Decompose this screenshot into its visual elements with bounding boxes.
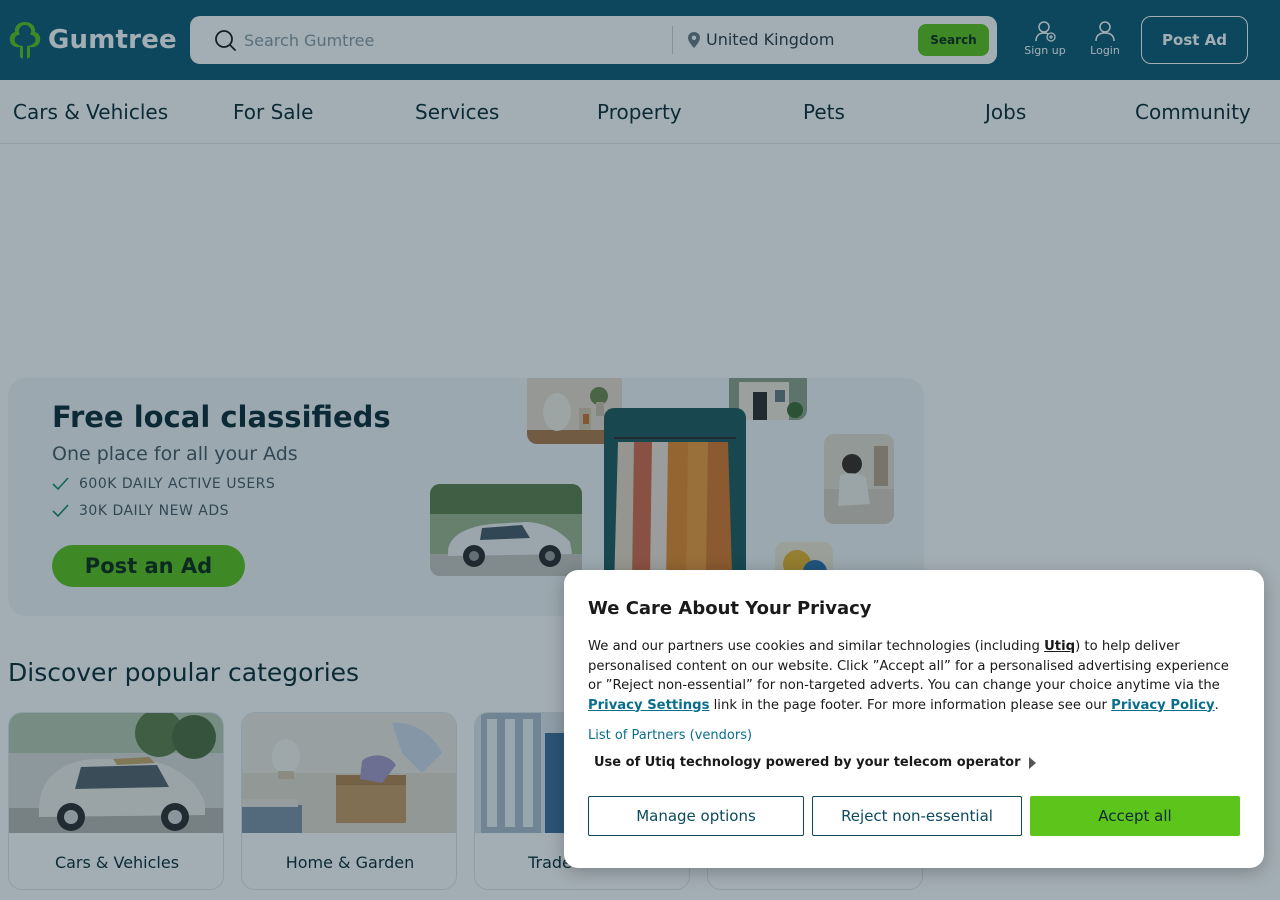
accept-all-button[interactable]: Accept all [1030, 796, 1240, 836]
caret-right-icon [1028, 756, 1036, 769]
privacy-dialog: We Care About Your Privacy We and our pa… [564, 570, 1264, 868]
utiq-link[interactable]: Utiq [1044, 639, 1075, 654]
privacy-policy-link[interactable]: Privacy Policy [1111, 698, 1214, 713]
utiq-expander-label: Use of Utiq technology powered by your t… [594, 755, 1021, 770]
privacy-title: We Care About Your Privacy [588, 598, 872, 619]
manage-options-button[interactable]: Manage options [588, 796, 804, 836]
privacy-text: . [1214, 697, 1219, 713]
partners-list-link[interactable]: List of Partners (vendors) [588, 728, 752, 743]
privacy-body: We and our partners use cookies and simi… [588, 637, 1242, 715]
utiq-expander[interactable]: Use of Utiq technology powered by your t… [594, 755, 1036, 770]
privacy-text: link in the page footer. For more inform… [709, 697, 1112, 713]
privacy-settings-link[interactable]: Privacy Settings [588, 698, 709, 713]
reject-non-essential-button[interactable]: Reject non-essential [812, 796, 1022, 836]
privacy-text: We and our partners use cookies and simi… [588, 639, 1045, 654]
